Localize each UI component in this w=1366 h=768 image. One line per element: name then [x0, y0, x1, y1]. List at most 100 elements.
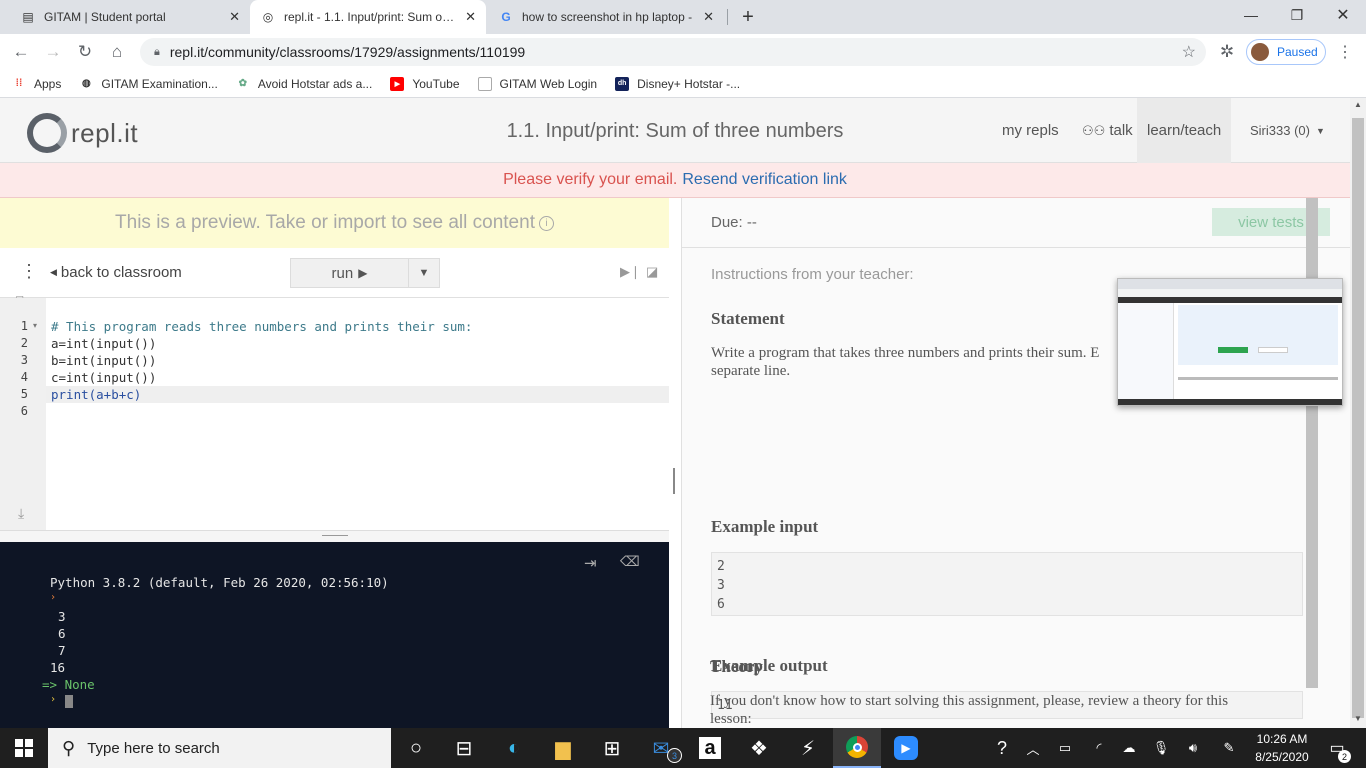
code-line: print(a+b+c) — [51, 387, 142, 402]
line-number: 2 — [20, 336, 28, 350]
console[interactable]: ⇥ ⌫ Python 3.8.2 (default, Feb 26 2020, … — [0, 542, 669, 728]
nav-talk[interactable]: ⚇⚇ talk — [1072, 98, 1143, 163]
file-explorer-icon[interactable]: ▆ — [539, 728, 587, 768]
browser-tab-replit[interactable]: ◎ repl.it - 1.1. Input/print: Sum of th … — [250, 0, 486, 34]
verify-email-banner: Please verify your email. Resend verific… — [0, 163, 1350, 198]
fold-icon[interactable]: ▾ — [33, 321, 37, 330]
zoom-icon[interactable]: ▶ — [882, 728, 930, 768]
vertical-resize-handle[interactable] — [673, 468, 675, 494]
run-options-dropdown[interactable]: ▼ — [409, 259, 439, 287]
bookmark-youtube[interactable]: ▶ YouTube — [390, 76, 460, 91]
notifications-icon[interactable]: ▭ 2 — [1322, 728, 1352, 768]
browser-tab-gitam[interactable]: ▤ GITAM | Student portal ✕ — [10, 0, 250, 34]
minimize-button[interactable]: — — [1228, 0, 1274, 30]
url-text: repl.it/community/classrooms/17929/assig… — [169, 44, 526, 60]
close-icon[interactable]: ✕ — [465, 9, 476, 25]
mail-icon[interactable]: ✉ 3 — [637, 728, 685, 768]
theory-text: lesson: — [710, 711, 752, 727]
amazon-icon[interactable]: a — [686, 728, 734, 768]
pane-splitter[interactable] — [0, 530, 669, 542]
close-icon[interactable]: ✕ — [229, 9, 240, 25]
reload-button[interactable]: ↻ — [72, 40, 98, 64]
forward-button[interactable]: → — [40, 40, 66, 64]
clock[interactable]: 10:26 AM 8/25/2020 — [1248, 728, 1316, 768]
code-line: a=int(input()) — [51, 336, 157, 351]
run-button-group: run ▶ ▼ — [290, 258, 440, 288]
close-icon[interactable]: ✕ — [703, 9, 714, 25]
address-bar[interactable]: 🔒︎ repl.it/community/classrooms/17929/as… — [140, 38, 1206, 66]
bookmark-disney-hotstar[interactable]: dh Disney+ Hotstar -... — [615, 76, 740, 91]
scroll-down-icon[interactable]: ▼ — [1354, 714, 1362, 723]
prompt-icon: › — [50, 694, 57, 705]
windows-start-icon[interactable] — [0, 728, 48, 768]
back-label: back to classroom — [60, 264, 182, 281]
replit-logo[interactable]: repl.it — [27, 113, 138, 153]
pen-icon[interactable]: ✎ — [1218, 728, 1240, 768]
battery-icon[interactable]: ▭ — [1054, 728, 1076, 768]
close-window-button[interactable]: ✕ — [1320, 0, 1366, 30]
run-button[interactable]: run ▶ — [291, 259, 409, 287]
cortana-icon[interactable]: ○ — [392, 728, 440, 768]
browser-toolbar: ← → ↻ ⌂ 🔒︎ repl.it/community/classrooms/… — [0, 34, 1366, 70]
volume-icon[interactable]: 🔊︎ — [1182, 728, 1204, 768]
browser-tab-google[interactable]: G how to screenshot in hp laptop - ✕ — [488, 0, 724, 34]
bookmark-label: GITAM Examination... — [101, 76, 218, 91]
pinned-app-icon[interactable]: ⚡︎ — [784, 728, 832, 768]
info-icon[interactable]: i — [538, 215, 554, 231]
console-clear-icon[interactable]: ⇥ — [584, 554, 597, 572]
microphone-icon[interactable]: 🎙︎ — [1150, 728, 1172, 768]
extensions-icon[interactable]: ✲ — [1214, 40, 1240, 64]
download-icon[interactable]: ⤓ — [18, 505, 24, 522]
code-line: # This program reads three numbers and p… — [51, 319, 473, 334]
help-icon[interactable]: ? — [988, 728, 1016, 768]
example-input-heading: Example input — [711, 517, 819, 536]
console-erase-icon[interactable]: ⌫ — [620, 554, 640, 570]
console-input: 6 — [58, 626, 66, 641]
back-button[interactable]: ← — [8, 40, 34, 64]
skip-to-end-icon[interactable]: ▶❘ — [620, 264, 641, 280]
user-menu[interactable]: Siri333 (0) ▼ — [1240, 98, 1335, 163]
bookmark-gitam-login[interactable]: GITAM Web Login — [477, 76, 597, 91]
bookmarks-bar: ⁞⁞ Apps ◍ GITAM Examination... ✿ Avoid H… — [0, 70, 1366, 98]
clock-time: 10:26 AM — [1256, 732, 1308, 746]
wifi-icon[interactable]: ◜ — [1088, 728, 1110, 768]
scrollbar-thumb[interactable] — [1352, 118, 1364, 718]
home-button[interactable]: ⌂ — [104, 40, 130, 64]
bookmark-apps[interactable]: ⁞⁞ Apps — [12, 77, 62, 91]
restore-button[interactable]: ❐ — [1274, 0, 1320, 30]
star-icon[interactable]: ☆ — [1182, 42, 1196, 62]
line-number: 3 — [20, 353, 28, 367]
statement-text: Write a program that takes three numbers… — [711, 345, 1100, 361]
edge-icon[interactable]: ◐ — [490, 728, 538, 768]
collapse-icon[interactable]: ◪ — [646, 264, 658, 280]
chevron-up-icon[interactable]: ︿ — [1022, 728, 1044, 768]
store-icon[interactable]: ⊞ — [588, 728, 636, 768]
panel-scrollbar-thumb[interactable] — [1306, 198, 1318, 688]
cloud-icon[interactable]: ☁ — [1118, 728, 1140, 768]
page-icon: ▤ — [22, 10, 34, 24]
chrome-icon[interactable] — [833, 728, 881, 768]
menu-icon[interactable]: ⋮ — [1332, 40, 1358, 64]
kebab-menu-icon[interactable]: ⋮ — [20, 262, 38, 280]
hotstar-icon: dh — [615, 76, 630, 91]
bookmark-site-icon: ✿ — [238, 78, 248, 89]
code-editor[interactable]: 1 2 3 4 5 6 ▾ # This program reads three… — [0, 298, 669, 530]
page-scrollbar[interactable]: ▲ ▼ — [1350, 98, 1366, 728]
profile-button[interactable]: Paused — [1246, 39, 1326, 65]
dropbox-icon[interactable]: ❖ — [735, 728, 783, 768]
statement-text: separate line. — [711, 363, 791, 379]
back-to-classroom-link[interactable]: ◀ back to classroom — [50, 264, 182, 281]
screenshot-thumbnail[interactable] — [1117, 278, 1343, 406]
instructions-label: Instructions from your teacher: — [711, 266, 914, 283]
line-number: 4 — [20, 370, 28, 384]
replit-logo-icon — [27, 113, 67, 153]
resend-verification-link[interactable]: Resend verification link — [682, 171, 847, 189]
bookmark-hotstar-ads[interactable]: ✿ Avoid Hotstar ads a... — [236, 77, 373, 91]
new-tab-button[interactable]: + — [733, 2, 763, 32]
task-view-icon[interactable]: ⊟ — [440, 728, 488, 768]
taskbar-search-box[interactable]: ⚲ Type here to search — [48, 728, 391, 768]
nav-learn-teach[interactable]: learn/teach — [1137, 98, 1232, 163]
nav-my-repls[interactable]: my repls — [992, 98, 1069, 163]
bookmark-gitam-exam[interactable]: ◍ GITAM Examination... — [79, 76, 218, 91]
scroll-up-icon[interactable]: ▲ — [1354, 100, 1362, 109]
